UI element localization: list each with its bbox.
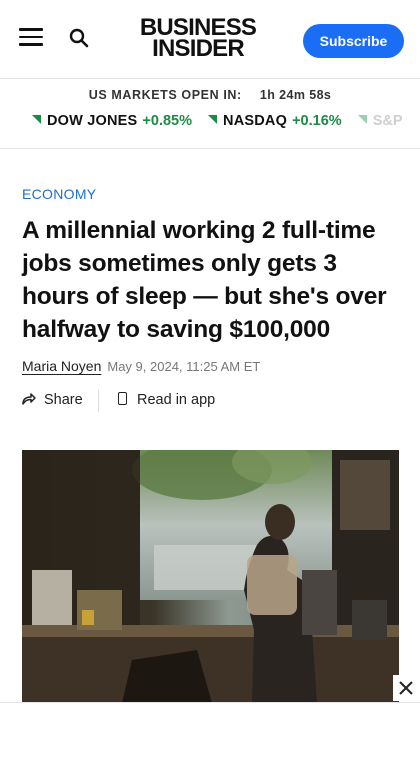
trend-up-icon [357,115,367,124]
ticker-name: S&P [372,113,403,129]
trend-up-icon [32,115,41,124]
ticker-change: +0.85% [142,113,193,129]
market-ticker[interactable]: DOW JONES +0.85% NASDAQ +0.16% S&P [32,113,415,129]
share-button[interactable]: Share [22,392,83,408]
publish-date: May 9, 2024, 11:25 AM ET [107,359,261,374]
ticker-change: +0.16% [292,113,342,129]
read-in-app-button[interactable]: Read in app [118,392,215,408]
share-arrow-icon [22,393,36,405]
markets-countdown: 1h 24m 58s [259,88,332,102]
ticker-name: DOW JONES [47,113,138,129]
article: ECONOMY A millennial working 2 full-time… [22,186,404,416]
markets-status-label: US MARKETS OPEN IN: [88,88,242,102]
close-icon[interactable] [393,675,419,701]
hamburger-menu-icon[interactable] [19,28,43,46]
article-category-link[interactable]: ECONOMY [22,186,404,202]
share-label: Share [44,392,83,408]
article-hero-image[interactable] [22,450,399,703]
read-in-app-label: Read in app [137,392,216,408]
logo-line-2: INSIDER [152,35,245,62]
subscribe-button[interactable]: Subscribe [303,24,404,58]
author-link[interactable]: Maria Noyen [22,358,101,374]
markets-status: US MARKETS OPEN IN: 1h 24m 58s [0,88,420,102]
phone-icon [118,392,127,405]
byline: Maria Noyen May 9, 2024, 11:25 AM ET [22,358,404,374]
ticker-item-nasdaq[interactable]: NASDAQ +0.16% [208,113,342,129]
search-icon[interactable] [68,27,90,49]
ticker-item-dow-jones[interactable]: DOW JONES +0.85% [32,113,192,129]
site-header: BUSINESS INSIDER Subscribe [0,0,420,79]
article-headline: A millennial working 2 full-time jobs so… [22,217,387,343]
ticker-item-sp[interactable]: S&P [357,113,403,129]
ad-banner[interactable] [0,702,420,767]
trend-up-icon [208,115,218,124]
ticker-name: NASDAQ [223,113,288,129]
markets-bar: US MARKETS OPEN IN: 1h 24m 58s DOW JONES… [0,78,420,149]
site-logo[interactable]: BUSINESS INSIDER [136,16,260,62]
actions-divider [98,390,99,412]
article-actions: Share Read in app [22,388,404,416]
